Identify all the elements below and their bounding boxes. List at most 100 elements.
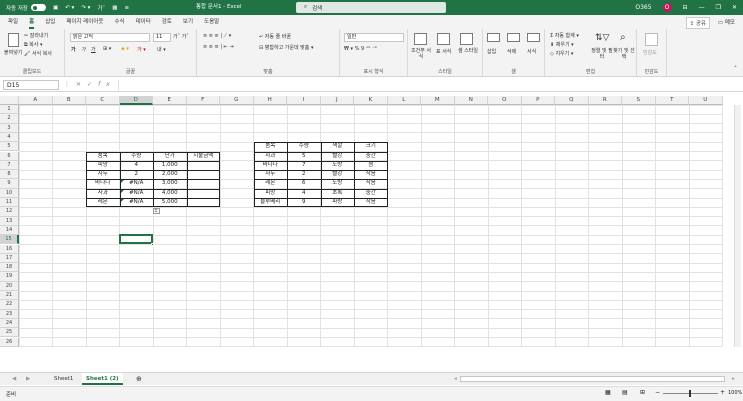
format-painter-button[interactable]: 🖌 서식 복사 (24, 50, 52, 57)
sheet-tab-sheet1[interactable]: Sheet1 (50, 373, 77, 385)
table2-header-cell[interactable]: 수량 (287, 142, 321, 151)
table1-cell[interactable]: 4,000 (153, 189, 187, 198)
tab-help[interactable]: 도움말 (204, 15, 219, 29)
tab-data[interactable]: 데이터 (136, 15, 151, 29)
cell-styles-icon[interactable] (460, 33, 473, 45)
sort-filter-icon[interactable]: ⇅▽ (595, 33, 609, 43)
text-style-icon[interactable]: 가ˇ (97, 4, 105, 12)
ribbon-display-icon[interactable]: ⊟ (683, 4, 688, 11)
autosave-toggle[interactable]: 자동 저장 (6, 4, 46, 12)
tab-view[interactable]: 보기 (183, 15, 193, 29)
row-header[interactable]: 12 (0, 207, 19, 217)
table2-cell[interactable]: 자두 (254, 170, 288, 179)
row-header[interactable]: 2 (0, 114, 19, 124)
horizontal-scrollbar[interactable] (460, 376, 725, 382)
paste-button[interactable]: 붙여넣기 (4, 49, 22, 56)
table2-cell[interactable]: 초록 (321, 189, 355, 198)
format-cells-icon[interactable] (527, 33, 540, 42)
table2-cell[interactable]: 바나나 (254, 161, 288, 170)
font-color-button[interactable]: 가 ▾ (137, 46, 146, 53)
table2-cell[interactable]: 빨강 (321, 170, 355, 179)
table2-cell[interactable]: 피망 (254, 189, 288, 198)
table1-cell[interactable]: #N/A (120, 198, 154, 207)
table2-cell[interactable]: 5 (287, 152, 321, 161)
table2-cell[interactable]: 작음 (354, 179, 388, 188)
tab-insert[interactable]: 삽입 (45, 15, 55, 29)
table2-cell[interactable]: 6 (287, 179, 321, 188)
row-header[interactable]: 20 (0, 281, 19, 291)
tab-review[interactable]: 검토 (162, 15, 172, 29)
row-header[interactable]: 15 (0, 235, 19, 245)
table2-cell[interactable]: 작음 (354, 170, 388, 179)
table1-header-cell[interactable]: 지불금액 (187, 152, 221, 161)
avatar[interactable]: O (662, 3, 672, 12)
table1-cell[interactable]: 레몬 (86, 198, 120, 207)
table2-cell[interactable]: 사과 (254, 152, 288, 161)
row-header[interactable]: 6 (0, 151, 19, 161)
table1-cell[interactable] (187, 161, 221, 170)
format-button[interactable]: 서식 (527, 48, 536, 55)
table1-cell[interactable]: 사과 (86, 189, 120, 198)
row-header[interactable]: 21 (0, 291, 19, 301)
row-header[interactable]: 4 (0, 132, 19, 143)
number-format-buttons[interactable]: ₩ ▾ % 9 ⁺⁰ ⁻⁰ (344, 46, 377, 52)
table1-cell[interactable]: 2 (120, 170, 154, 179)
prev-sheet-icon[interactable]: ◀ (8, 373, 20, 385)
table2-cell[interactable]: 7 (287, 161, 321, 170)
paste-icon[interactable] (8, 33, 19, 47)
normal-view-icon[interactable]: ▦ (605, 389, 611, 396)
user-name[interactable]: O365 (635, 4, 651, 11)
align-top-buttons[interactable]: ≡ ≡ ≡ | ⟋ ▾ (203, 33, 231, 39)
row-header[interactable]: 3 (0, 123, 19, 133)
find-select-button[interactable]: 찾기 및 선택 (613, 48, 635, 60)
close-icon[interactable]: ✕ (732, 4, 737, 11)
scroll-right-icon[interactable]: ▸ (728, 373, 739, 385)
phonetic-button[interactable]: 내 ▾ (157, 46, 166, 53)
fill-button[interactable]: ⬇ 채우기 ▾ (550, 41, 574, 48)
table1-cell[interactable]: 3,000 (153, 179, 187, 188)
conditional-format-icon[interactable] (414, 33, 427, 45)
table1-cell[interactable]: 4 (120, 161, 154, 170)
table-icon[interactable]: ▦ (112, 5, 117, 11)
formula-buttons[interactable]: ⋮✕✓fx (64, 80, 116, 90)
next-sheet-icon[interactable]: ▶ (22, 373, 34, 385)
table2-cell[interactable]: 빨강 (321, 152, 355, 161)
error-indicator-icon[interactable] (120, 199, 124, 202)
align-horizontal-buttons[interactable]: ≡ ≡ ≡ | ⇤ ⇥ (203, 44, 234, 50)
share-button[interactable]: ⇪ 공유 (685, 17, 710, 29)
insert-cells-icon[interactable] (487, 33, 500, 42)
row-header[interactable]: 17 (0, 253, 19, 264)
save-icon[interactable]: ▣ (53, 5, 58, 11)
table1-cell[interactable]: 자두 (86, 170, 120, 179)
row-header[interactable]: 14 (0, 225, 19, 236)
wrap-text-button[interactable]: ↵ 자동 줄 바꿈 (259, 33, 291, 40)
table2-cell[interactable]: 노랑 (321, 161, 355, 170)
paste-options-icon[interactable]: ⌗ (152, 208, 160, 215)
toggle-switch-icon[interactable] (31, 4, 46, 11)
name-box[interactable]: D15 (3, 80, 59, 90)
row-header[interactable]: 7 (0, 160, 19, 171)
row-header[interactable]: 5 (0, 142, 19, 152)
row-header[interactable]: 10 (0, 188, 19, 198)
table1-cell[interactable] (187, 198, 221, 207)
bold-button[interactable]: 가 (71, 46, 76, 53)
table1-header-cell[interactable]: 수량 (120, 152, 154, 161)
table1-header-cell[interactable]: 단가 (153, 152, 187, 161)
fill-handle[interactable] (151, 242, 154, 246)
table2-cell[interactable]: 9 (287, 198, 321, 207)
table1-cell[interactable]: 5,000 (153, 198, 187, 207)
row-header[interactable]: 8 (0, 170, 19, 180)
format-as-table-icon[interactable] (437, 33, 450, 45)
row-header[interactable]: 16 (0, 244, 19, 254)
row-header[interactable]: 24 (0, 318, 19, 329)
zoom-level[interactable]: 100% (728, 390, 742, 396)
minimize-icon[interactable]: — (699, 4, 705, 11)
table2-cell[interactable]: 레몬 (254, 179, 288, 188)
table2-cell[interactable]: 2 (287, 170, 321, 179)
table2-cell[interactable]: 중간 (354, 152, 388, 161)
undo-icon[interactable]: ↶ ▾ (65, 5, 74, 11)
table1-cell[interactable]: #N/A (120, 179, 154, 188)
sort-filter-button[interactable]: 정렬 및 필터 (591, 48, 613, 60)
border-button[interactable]: ⊞ ▾ (103, 46, 111, 52)
sheet-tab-sheet1-2[interactable]: Sheet1 (2) (82, 373, 123, 385)
